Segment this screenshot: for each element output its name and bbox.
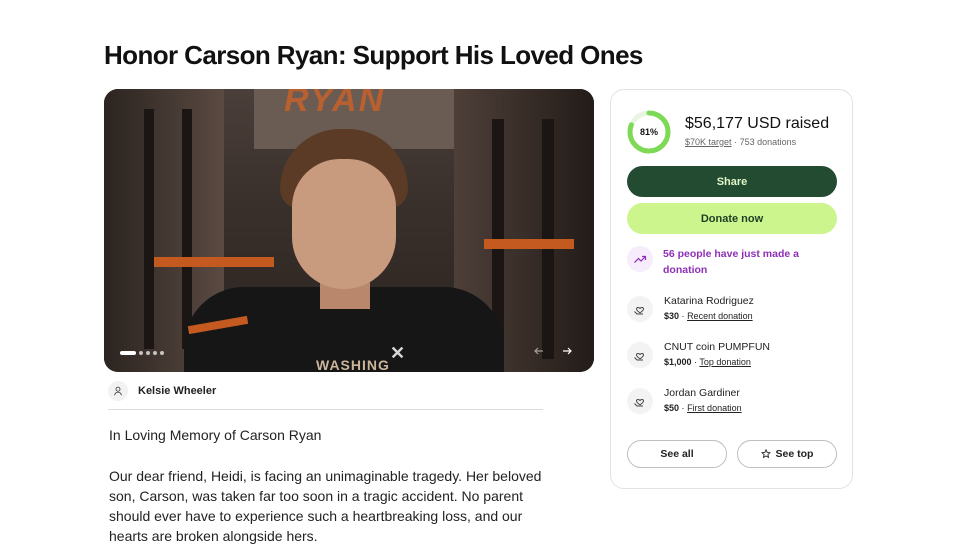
star-icon <box>760 449 771 459</box>
heart-hand-icon <box>634 352 645 360</box>
hero-background <box>144 109 154 349</box>
story-heading: In Loving Memory of Carson Ryan <box>109 427 322 443</box>
page-title: Honor Carson Ryan: Support His Loved One… <box>104 40 643 70</box>
organizer-name: Kelsie Wheeler <box>138 385 217 397</box>
separator: · <box>681 403 685 413</box>
donation-count: 753 donations <box>739 137 797 147</box>
hero-jersey-text: WASHING <box>316 357 390 372</box>
recent-activity: 56 people have just made a donation <box>627 246 813 278</box>
hero-subject <box>292 159 396 289</box>
carousel-dot[interactable] <box>153 351 157 355</box>
hero-background <box>182 109 192 349</box>
hero-background <box>154 257 274 267</box>
donor-tag-link[interactable]: Recent donation <box>687 311 753 321</box>
target-link[interactable]: $70K target <box>685 137 732 147</box>
donor-amount: $1,000 <box>664 357 692 367</box>
donor-meta: $1,000 · Top donation <box>664 355 770 369</box>
donor-meta: $50 · First donation <box>664 401 742 415</box>
donor-amount: $30 <box>664 311 680 321</box>
heart-hand-icon-wrap <box>627 341 653 368</box>
heart-hand-icon-wrap <box>627 387 653 414</box>
donor-tag-link[interactable]: First donation <box>687 403 742 413</box>
separator: · <box>694 357 698 367</box>
divider <box>108 409 543 410</box>
heart-hand-icon <box>634 306 645 314</box>
see-top-label: See top <box>775 448 814 460</box>
heart-hand-icon <box>634 398 645 406</box>
carousel-dot[interactable] <box>146 351 150 355</box>
donor-amount: $50 <box>664 403 680 413</box>
donor-item: CNUT coin PUMPFUN $1,000 · Top donation <box>627 340 770 369</box>
heart-hand-icon-wrap <box>627 295 653 322</box>
donor-name: Katarina Rodriguez <box>664 295 754 307</box>
carousel-next-button[interactable] <box>556 341 578 363</box>
carousel-dot[interactable] <box>139 351 143 355</box>
recent-activity-text: 56 people have just made a donation <box>663 248 799 276</box>
donate-now-button[interactable]: Donate now <box>627 203 837 234</box>
person-icon <box>114 386 122 396</box>
hero-image-carousel[interactable]: RYAN WASHING ✕ <box>104 89 594 372</box>
carousel-indicators[interactable] <box>120 351 164 355</box>
hero-banner-text: RYAN <box>284 89 386 119</box>
separator: · <box>734 137 738 147</box>
organizer[interactable]: Kelsie Wheeler <box>108 381 216 401</box>
carousel-dot[interactable] <box>120 351 136 355</box>
share-button[interactable]: Share <box>627 166 837 197</box>
carousel-prev-button[interactable] <box>528 341 550 363</box>
story-paragraph: Our dear friend, Heidi, is facing an uni… <box>109 468 542 544</box>
amount-raised: $56,177 USD raised <box>685 115 830 132</box>
progress-percent: 81% <box>639 127 658 137</box>
avatar <box>108 381 128 401</box>
arrow-left-icon <box>534 347 543 355</box>
target-line: $70K target · 753 donations <box>685 137 796 147</box>
donation-card: 81% $56,177 USD raised $70K target · 753… <box>610 89 853 489</box>
see-all-button[interactable]: See all <box>627 440 727 468</box>
donor-name: Jordan Gardiner <box>664 387 740 399</box>
trending-icon-wrap <box>627 246 653 272</box>
trending-up-icon <box>634 255 647 263</box>
donor-item: Katarina Rodriguez $30 · Recent donation <box>627 294 754 323</box>
donor-name: CNUT coin PUMPFUN <box>664 341 770 353</box>
carousel-dot[interactable] <box>160 351 164 355</box>
arrow-right-icon <box>563 347 572 355</box>
donor-item: Jordan Gardiner $50 · First donation <box>627 386 742 415</box>
progress-ring: 81% <box>627 110 671 154</box>
separator: · <box>681 311 685 321</box>
see-top-button[interactable]: See top <box>737 440 837 468</box>
hero-background <box>484 239 574 249</box>
donor-meta: $30 · Recent donation <box>664 309 754 323</box>
donor-tag-link[interactable]: Top donation <box>699 357 751 367</box>
jersey-logo-icon: ✕ <box>390 343 406 363</box>
